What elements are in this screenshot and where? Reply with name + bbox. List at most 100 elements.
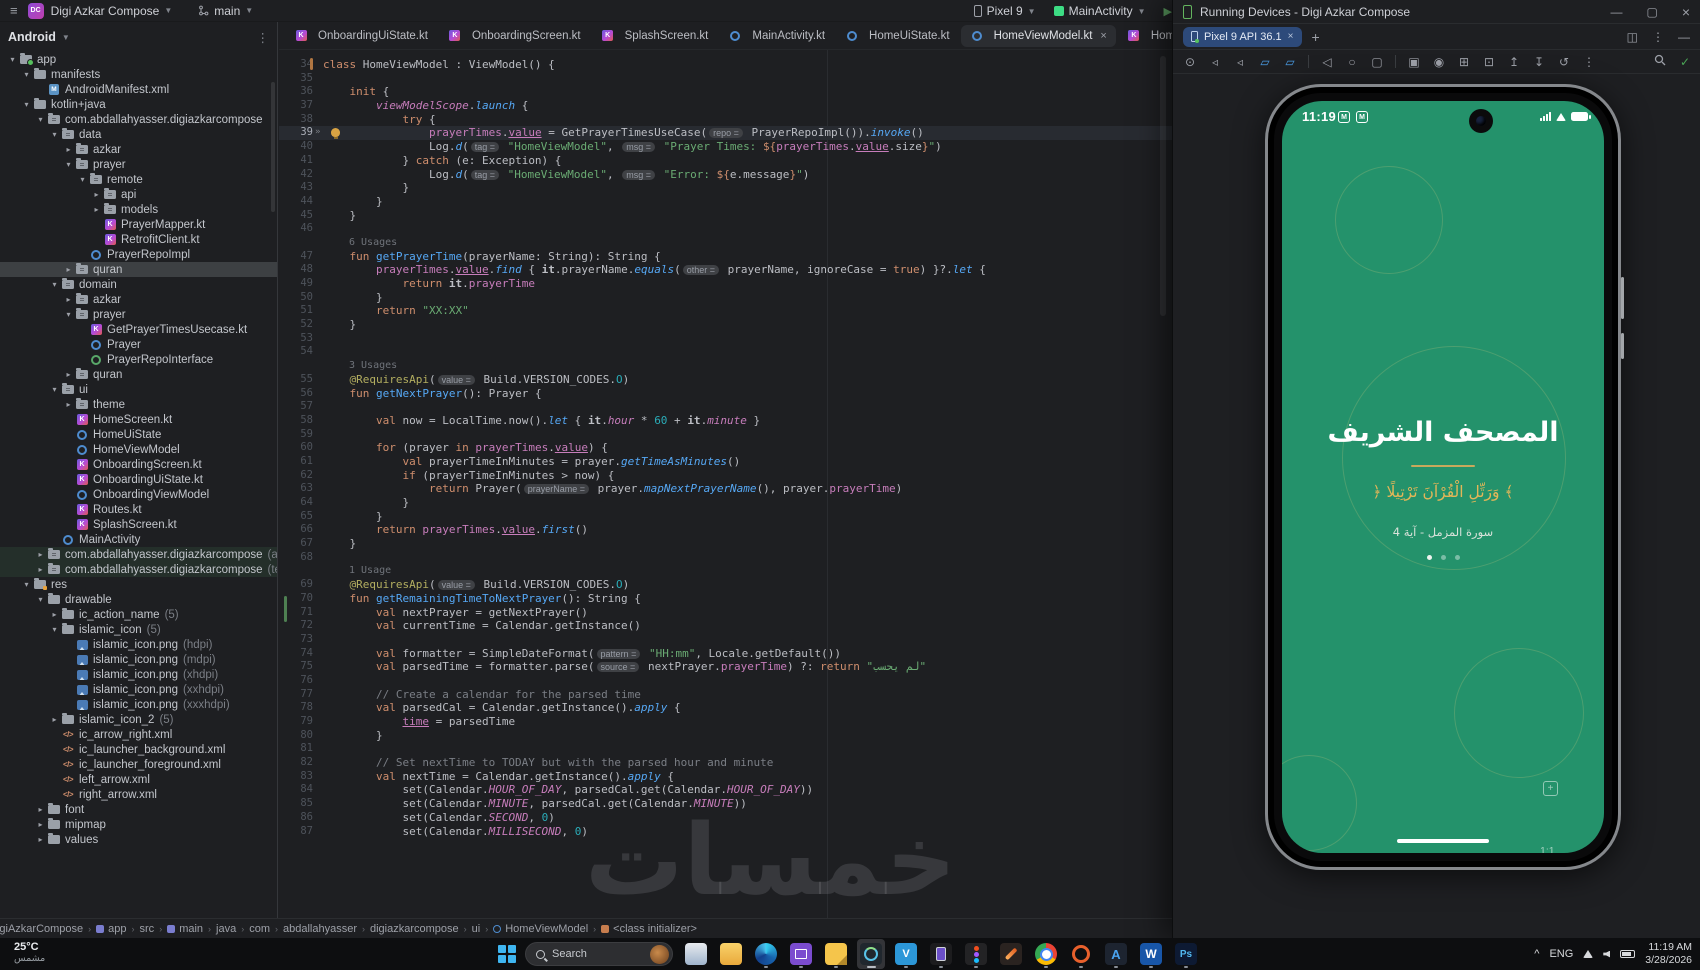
code-line-68[interactable]: 68 [279,551,1172,565]
tree-item-getprayertimesusecase-kt[interactable]: K GetPrayerTimesUsecase.kt [0,322,277,337]
code-line-51[interactable]: 51 return "XX:XX" [279,304,1172,318]
tree-item-drawable[interactable]: ▾ drawable [0,592,277,607]
code-line-43[interactable]: 43 } [279,181,1172,195]
tree-item-mipmap[interactable]: ▸ mipmap [0,817,277,832]
code-line-83[interactable]: 83 val nextTime = Calendar.getInstance()… [279,770,1172,784]
code-line-87[interactable]: 87 set(Calendar.MILLISECOND, 0) [279,825,1172,839]
chevron-down-icon[interactable]: ▾ [76,175,89,184]
tree-item-prayermapper-kt[interactable]: K PrayerMapper.kt [0,217,277,232]
volume-up-icon[interactable]: ◃ [1208,55,1222,69]
code-line-75[interactable]: 75 val parsedTime = formatter.parse(sour… [279,660,1172,674]
chevron-down-icon[interactable]: ▾ [48,280,61,289]
code-line-81[interactable]: 81 [279,742,1172,756]
tray-expand-icon[interactable]: ^ [1534,948,1539,960]
taskbar-app-watch-app[interactable] [927,939,955,969]
tab-onboardinguistate-kt[interactable]: K OnboardingUiState.kt [285,25,437,47]
code-line-35[interactable]: 35 [279,72,1172,86]
code-line-82[interactable]: 82 // Set nextTime to TODAY but with the… [279,756,1172,770]
tab-homeviewmodel-kt[interactable]: HomeViewModel.kt × [960,24,1116,47]
code-line-55[interactable]: 55 @RequiresApi(value = Build.VERSION_CO… [279,373,1172,387]
device-tab[interactable]: Pixel 9 API 36.1 × [1183,26,1302,47]
tree-item-com-abdallahyasser-digiazkarcompose[interactable]: ▾ com.abdallahyasser.digiazkarcompose [0,112,277,127]
code-line-65[interactable]: 65 } [279,510,1172,524]
chevron-right-icon[interactable]: ▸ [90,190,103,199]
tree-item-homeviewmodel[interactable]: HomeViewModel [0,442,277,457]
tree-item-ic-launcher-foreground-xml[interactable]: </> ic_launcher_foreground.xml [0,757,277,772]
chevron-right-icon[interactable]: ▸ [62,265,75,274]
taskbar-app-folder[interactable] [717,939,745,969]
tree-item-islamic-icon-2[interactable]: ▸ islamic_icon_2 (5) [0,712,277,727]
tree-item-islamic-icon-png[interactable]: islamic_icon.png (xhdpi) [0,667,277,682]
volume-down-icon[interactable]: ◃ [1233,55,1247,69]
taskbar-app-file-explorer[interactable] [682,939,710,969]
tree-item-right-arrow-xml[interactable]: </> right_arrow.xml [0,787,277,802]
code-line-70[interactable]: 70 fun getRemainingTimeToNextPrayer(): S… [279,592,1172,606]
tree-item-models[interactable]: ▸ models [0,202,277,217]
breadcrumb-item[interactable]: app [96,923,127,935]
add-device-button[interactable]: + [1312,29,1320,45]
run-button[interactable]: ▶ [1164,5,1172,18]
tree-item-quran[interactable]: ▸ quran [0,367,277,382]
tree-item-ic-arrow-right-xml[interactable]: </> ic_arrow_right.xml [0,727,277,742]
code-line-67[interactable]: 67 } [279,537,1172,551]
tree-item-prayer[interactable]: Prayer [0,337,277,352]
volume-icon[interactable] [1603,950,1611,958]
keyboard-language[interactable]: ENG [1549,948,1573,960]
close-button[interactable]: × [1682,4,1690,20]
home-indicator[interactable] [1397,838,1489,843]
code-line-80[interactable]: 80 } [279,729,1172,743]
tree-item-kotlin-java[interactable]: ▾ kotlin+java [0,97,277,112]
chevron-right-icon[interactable]: ▸ [90,205,103,214]
taskbar-clock[interactable]: 11:19 AM 3/28/2026 [1645,941,1692,967]
code-line-64[interactable]: 64 } [279,496,1172,510]
code-line-62[interactable]: 62 if (prayerTimeInMinutes > now) { [279,469,1172,483]
code-line-44[interactable]: 44 } [279,195,1172,209]
chevron-right-icon[interactable]: ▸ [48,715,61,724]
tree-item-com-abdallahyasser-digiazkarcompose[interactable]: ▸ com.abdallahyasser.digiazkarcompose (tes… [0,562,277,577]
branch-selector[interactable]: main ▼ [198,4,253,18]
taskbar-app-reader-a[interactable]: A [1102,939,1130,969]
breadcrumb-item[interactable]: <class initializer> [601,923,697,935]
zoom-to-fit-icon[interactable]: + [1543,781,1558,796]
code-line-58[interactable]: 58 val now = LocalTime.now().let { it.ho… [279,414,1172,428]
split-panel-icon[interactable]: ◫ [1627,30,1638,44]
taskbar-app-figma[interactable] [962,939,990,969]
chevron-down-icon[interactable]: ▾ [34,595,47,604]
breadcrumb-item[interactable]: com [249,923,270,935]
tree-item-islamic-icon-png[interactable]: islamic_icon.png (xxhdpi) [0,682,277,697]
code-line-45[interactable]: 45 } [279,209,1172,223]
tree-item-ic-action-name[interactable]: ▸ ic_action_name (5) [0,607,277,622]
code-line-60[interactable]: 60 for (prayer in prayerTimes.value) { [279,441,1172,455]
home-icon[interactable]: ○ [1345,55,1359,69]
code-line-57[interactable]: 57 [279,400,1172,414]
chevron-down-icon[interactable]: ▾ [20,100,33,109]
device-search-icon[interactable] [1654,54,1666,69]
tab-mainactivity-kt[interactable]: MainActivity.kt [719,25,834,47]
back-icon[interactable]: ◁ [1320,55,1334,69]
code-line-66[interactable]: 66 return prayerTimes.value.first() [279,523,1172,537]
code-line-74[interactable]: 74 val formatter = SimpleDateFormat(patt… [279,647,1172,661]
usages-hint[interactable]: 6 Usages [279,236,1172,250]
tree-item-prayer[interactable]: ▾ prayer [0,307,277,322]
rotate-left-icon[interactable]: ▱ [1258,55,1272,69]
breadcrumb-item[interactable]: HomeViewModel [493,923,588,935]
more-options-icon[interactable]: ⋮ [1652,30,1664,44]
chevron-down-icon[interactable]: ▾ [48,130,61,139]
code-line-69[interactable]: 69 @RequiresApi(value = Build.VERSION_CO… [279,578,1172,592]
chevron-down-icon[interactable]: ▾ [6,55,19,64]
chevron-down-icon[interactable]: ▾ [34,115,47,124]
tree-item-api[interactable]: ▸ api [0,187,277,202]
tree-item-manifests[interactable]: ▾ manifests [0,67,277,82]
code-line-52[interactable]: 52 } [279,318,1172,332]
tree-item-com-abdallahyasser-digiazkarcompose[interactable]: ▸ com.abdallahyasser.digiazkarcompose (and… [0,547,277,562]
tree-item-routes-kt[interactable]: K Routes.kt [0,502,277,517]
code-line-63[interactable]: 63 return Prayer(prayerName = prayer.map… [279,482,1172,496]
rotate-right-icon[interactable]: ▱ [1283,55,1297,69]
editor-scrollbar[interactable] [1160,56,1166,316]
code-line-48[interactable]: 48 prayerTimes.value.find { it.prayerNam… [279,263,1172,277]
code-line-37[interactable]: 37 viewModelScope.launch { [279,99,1172,113]
code-line-38[interactable]: 38 try { [279,113,1172,127]
push-file-icon[interactable]: ↥ [1507,55,1521,69]
tree-item-theme[interactable]: ▸ theme [0,397,277,412]
code-line-84[interactable]: 84 set(Calendar.HOUR_OF_DAY, parsedCal.g… [279,783,1172,797]
